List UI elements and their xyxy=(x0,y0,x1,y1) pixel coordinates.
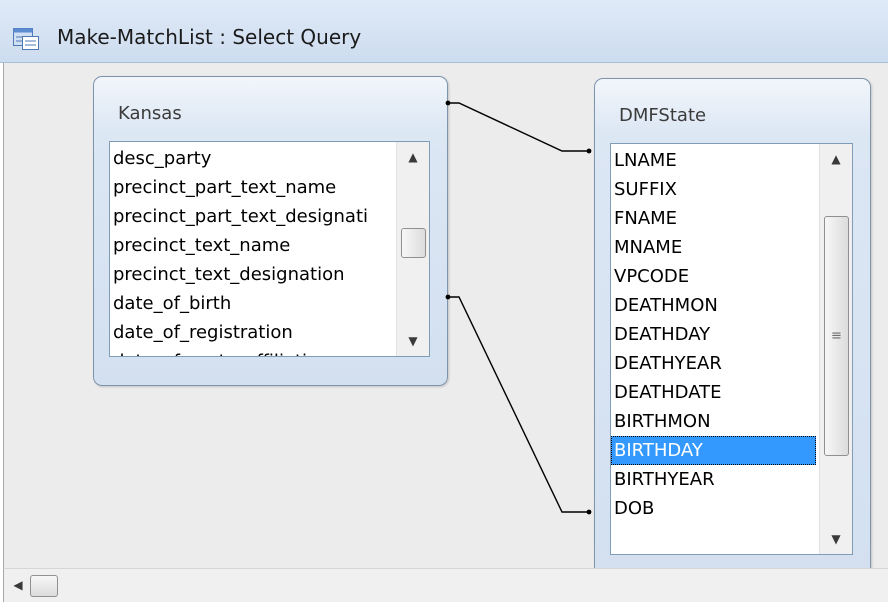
horizontal-scrollbar[interactable]: ◀ xyxy=(3,568,888,602)
field-item[interactable]: date_of_birth xyxy=(113,289,231,318)
field-item[interactable]: BIRTHYEAR xyxy=(614,465,715,494)
scrollbar-thumb[interactable] xyxy=(401,228,426,258)
field-item[interactable]: DEATHDAY xyxy=(614,320,710,349)
query-icon xyxy=(13,28,39,50)
field-item[interactable]: BIRTHMON xyxy=(614,407,711,436)
field-item[interactable]: LNAME xyxy=(614,146,677,175)
field-item[interactable]: DEATHDATE xyxy=(614,378,722,407)
field-item[interactable]: desc_party xyxy=(113,144,211,173)
dmfstate-field-list[interactable]: LNAME SUFFIX FNAME MNAME VPCODE DEATHMON… xyxy=(610,143,853,555)
field-item[interactable]: date_of_registration xyxy=(113,318,293,347)
query-design-area[interactable]: Kansas desc_party precinct_part_text_nam… xyxy=(3,63,888,590)
table-name-kansas: Kansas xyxy=(118,103,182,124)
table-kansas[interactable]: Kansas desc_party precinct_part_text_nam… xyxy=(93,76,448,386)
field-item[interactable]: DEATHMON xyxy=(614,291,718,320)
field-item-selected[interactable]: BIRTHDAY xyxy=(611,436,816,465)
scroll-down-arrow-icon[interactable]: ▼ xyxy=(397,328,429,354)
field-item[interactable]: precinct_part_text_designati xyxy=(113,202,368,231)
field-item[interactable]: MNAME xyxy=(614,233,682,262)
table-dmfstate[interactable]: DMFState LNAME SUFFIX FNAME MNAME VPCODE… xyxy=(594,78,871,590)
scroll-left-arrow-icon[interactable]: ◀ xyxy=(7,573,29,597)
field-item[interactable]: precinct_part_text_name xyxy=(113,173,336,202)
field-item[interactable]: precinct_text_designation xyxy=(113,260,345,289)
field-item[interactable]: FNAME xyxy=(614,204,677,233)
field-item[interactable]: DOB xyxy=(614,494,654,523)
scrollbar-thumb[interactable]: ≡ xyxy=(824,216,849,456)
dmfstate-vertical-scrollbar[interactable]: ▲ ≡ ▼ xyxy=(819,144,852,554)
field-item[interactable]: SUFFIX xyxy=(614,175,677,204)
window-title-bar[interactable]: Make-MatchList : Select Query xyxy=(0,0,888,63)
field-item[interactable]: VPCODE xyxy=(614,262,689,291)
table-name-dmfstate: DMFState xyxy=(619,105,707,126)
scroll-up-arrow-icon[interactable]: ▲ xyxy=(397,144,429,170)
scrollbar-grip-icon: ≡ xyxy=(831,328,842,344)
kansas-field-list[interactable]: desc_party precinct_part_text_name preci… xyxy=(109,141,430,357)
scroll-down-arrow-icon[interactable]: ▼ xyxy=(820,526,852,552)
window-title: Make-MatchList : Select Query xyxy=(57,25,362,49)
horizontal-scrollbar-thumb[interactable] xyxy=(30,575,58,597)
field-item[interactable]: DEATHYEAR xyxy=(614,349,722,378)
scroll-up-arrow-icon[interactable]: ▲ xyxy=(820,146,852,172)
kansas-vertical-scrollbar[interactable]: ▲ ▼ xyxy=(396,142,429,356)
field-item[interactable]: date_of_party_affiliation xyxy=(113,347,329,356)
field-item[interactable]: precinct_text_name xyxy=(113,231,290,260)
